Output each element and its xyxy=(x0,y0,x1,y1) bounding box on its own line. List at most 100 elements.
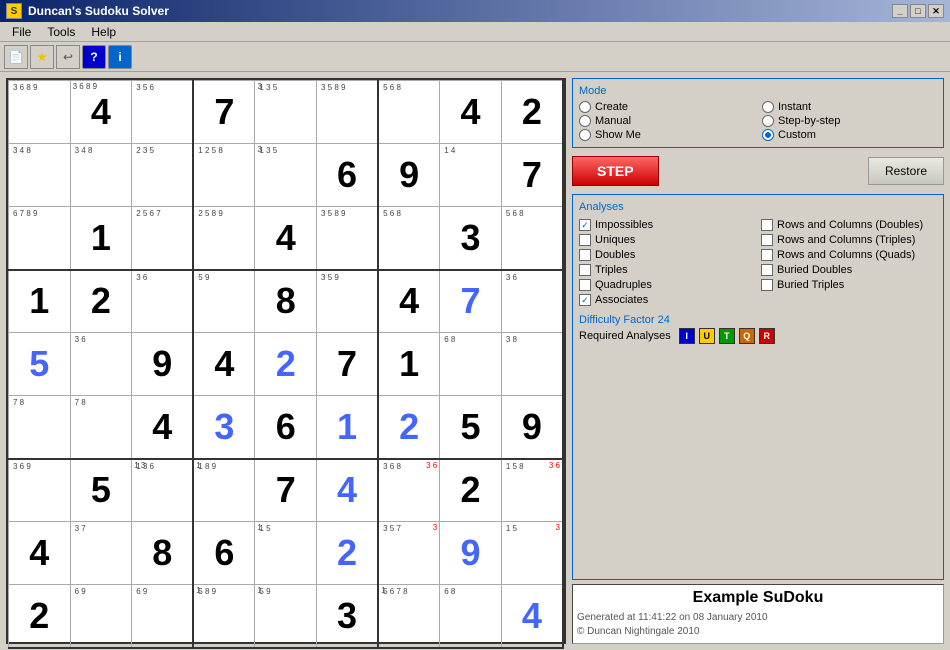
checkbox-uniques[interactable] xyxy=(579,234,591,246)
grid-cell[interactable]: 3 6 9 xyxy=(9,459,71,522)
checkbox-quadruples[interactable] xyxy=(579,279,591,291)
chk-buried-triples[interactable]: Buried Triples xyxy=(761,279,937,291)
grid-cell[interactable]: 4 xyxy=(501,585,563,648)
grid-cell[interactable]: 2 5 8 9 xyxy=(193,207,255,270)
checkbox-associates[interactable] xyxy=(579,294,591,306)
new-button[interactable]: 📄 xyxy=(4,45,28,69)
grid-cell[interactable]: 7 8 xyxy=(70,396,132,459)
help-button[interactable]: ? xyxy=(82,45,106,69)
grid-cell[interactable]: 2 xyxy=(378,396,440,459)
chk-quadruples[interactable]: Quadruples xyxy=(579,279,755,291)
menu-help[interactable]: Help xyxy=(83,24,124,40)
radio-manual[interactable] xyxy=(579,115,591,127)
grid-cell[interactable]: 5 xyxy=(440,396,502,459)
grid-cell[interactable]: 6 xyxy=(317,144,379,207)
grid-cell[interactable]: 9 xyxy=(440,522,502,585)
grid-cell[interactable]: 3 6 xyxy=(501,270,563,333)
grid-cell[interactable]: 4 xyxy=(9,522,71,585)
grid-cell[interactable]: 2 xyxy=(9,585,71,648)
undo-button[interactable]: ↩ xyxy=(56,45,80,69)
chk-uniques[interactable]: Uniques xyxy=(579,234,755,246)
grid-cell[interactable]: 6 8 xyxy=(440,333,502,396)
radio-create[interactable] xyxy=(579,101,591,113)
grid-cell[interactable]: 1 xyxy=(317,396,379,459)
grid-cell[interactable]: 4 xyxy=(255,207,317,270)
checkbox-doubles[interactable] xyxy=(579,249,591,261)
grid-cell[interactable]: 3 5 9 xyxy=(317,270,379,333)
grid-cell[interactable]: 1 xyxy=(9,270,71,333)
grid-cell[interactable]: 4 xyxy=(440,81,502,144)
restore-button[interactable]: Restore xyxy=(868,157,944,185)
grid-cell[interactable]: 1 4 xyxy=(440,144,502,207)
grid-cell[interactable]: 1 51 xyxy=(255,522,317,585)
grid-cell[interactable]: 1 xyxy=(378,333,440,396)
close-button[interactable]: ✕ xyxy=(928,4,944,18)
grid-cell[interactable]: 4 xyxy=(193,333,255,396)
mode-manual[interactable]: Manual xyxy=(579,115,754,127)
grid-cell[interactable]: 5 6 8 xyxy=(378,81,440,144)
grid-cell[interactable]: 5 xyxy=(70,459,132,522)
grid-cell[interactable]: 5 6 8 xyxy=(378,207,440,270)
grid-cell[interactable]: 3 6 xyxy=(132,270,194,333)
maximize-button[interactable]: □ xyxy=(910,4,926,18)
grid-cell[interactable]: 3 8 xyxy=(501,333,563,396)
grid-cell[interactable]: 3 6 8 9 xyxy=(9,81,71,144)
menu-tools[interactable]: Tools xyxy=(39,24,83,40)
checkbox-triples[interactable] xyxy=(579,264,591,276)
grid-cell[interactable]: 5 xyxy=(9,333,71,396)
mode-showme[interactable]: Show Me xyxy=(579,129,754,141)
chk-buried-doubles[interactable]: Buried Doubles xyxy=(761,264,937,276)
chk-impossibles[interactable]: Impossibles xyxy=(579,219,755,231)
grid-cell[interactable]: 2 5 6 7 xyxy=(132,207,194,270)
grid-cell[interactable]: 7 xyxy=(501,144,563,207)
radio-showme[interactable] xyxy=(579,129,591,141)
checkbox-rowscol-doubles[interactable] xyxy=(761,219,773,231)
grid-cell[interactable]: 3 4 8 xyxy=(70,144,132,207)
grid-cell[interactable]: 7 xyxy=(317,333,379,396)
grid-cell[interactable]: 1 3 53 xyxy=(255,144,317,207)
grid-cell[interactable]: 2 xyxy=(255,333,317,396)
grid-cell[interactable]: 4 xyxy=(317,459,379,522)
radio-custom[interactable] xyxy=(762,129,774,141)
info-button[interactable]: i xyxy=(108,45,132,69)
chk-rowscol-doubles[interactable]: Rows and Columns (Doubles) xyxy=(761,219,937,231)
grid-cell[interactable]: 6 xyxy=(193,522,255,585)
grid-cell[interactable]: 3 5 8 9 xyxy=(317,81,379,144)
minimize-button[interactable]: _ xyxy=(892,4,908,18)
grid-cell[interactable]: 6 8 xyxy=(440,585,502,648)
grid-cell[interactable]: 3 xyxy=(193,396,255,459)
chk-associates[interactable]: Associates xyxy=(579,294,755,306)
grid-cell[interactable]: 3 6 xyxy=(70,333,132,396)
grid-cell[interactable]: 9 xyxy=(501,396,563,459)
grid-cell[interactable]: 5 9 xyxy=(193,270,255,333)
grid-cell[interactable]: 1 2 5 8 xyxy=(193,144,255,207)
grid-cell[interactable]: 7 xyxy=(440,270,502,333)
checkbox-buried-doubles[interactable] xyxy=(761,264,773,276)
grid-cell[interactable]: 5 8 91 xyxy=(193,585,255,648)
grid-cell[interactable]: 6 xyxy=(255,396,317,459)
star-button[interactable]: ★ xyxy=(30,45,54,69)
grid-cell[interactable]: 6 7 8 9 xyxy=(9,207,71,270)
grid-cell[interactable]: 9 xyxy=(378,144,440,207)
grid-cell[interactable]: 1 8 91 xyxy=(193,459,255,522)
grid-cell[interactable]: 3 5 6 xyxy=(132,81,194,144)
grid-cell[interactable]: 3 5 8 9 xyxy=(317,207,379,270)
chk-triples[interactable]: Triples xyxy=(579,264,755,276)
checkbox-rowscol-triples[interactable] xyxy=(761,234,773,246)
grid-cell[interactable]: 3 7 xyxy=(70,522,132,585)
grid-cell[interactable]: 1 53 xyxy=(501,522,563,585)
mode-custom[interactable]: Custom xyxy=(762,129,937,141)
grid-cell[interactable]: 7 xyxy=(255,459,317,522)
checkbox-buried-triples[interactable] xyxy=(761,279,773,291)
checkbox-rowscol-quads[interactable] xyxy=(761,249,773,261)
grid-cell[interactable]: 6 9 xyxy=(132,585,194,648)
grid-cell[interactable]: 9 xyxy=(132,333,194,396)
grid-cell[interactable]: 3 xyxy=(317,585,379,648)
radio-instant[interactable] xyxy=(762,101,774,113)
grid-cell[interactable]: 2 xyxy=(501,81,563,144)
radio-stepbystep[interactable] xyxy=(762,115,774,127)
grid-cell[interactable]: 5 6 8 xyxy=(501,207,563,270)
grid-cell[interactable]: 1 3 53 xyxy=(255,81,317,144)
grid-cell[interactable]: 7 xyxy=(193,81,255,144)
grid-cell[interactable]: 2 xyxy=(440,459,502,522)
